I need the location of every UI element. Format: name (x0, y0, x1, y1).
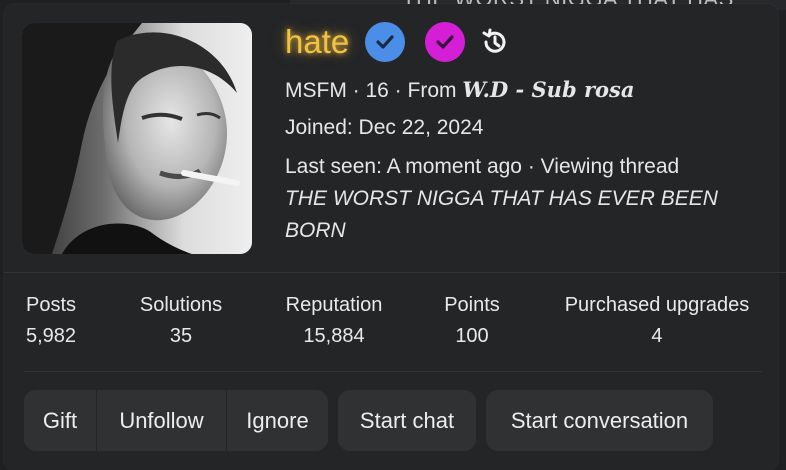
stat-solutions[interactable]: Solutions 35 (140, 294, 222, 348)
member-location: W.D - Sub rosa (462, 77, 635, 102)
stat-label: Reputation (285, 294, 383, 316)
stat-value: 100 (455, 325, 489, 347)
history-icon[interactable] (479, 26, 511, 58)
username-link[interactable]: hate (285, 23, 349, 61)
stat-label: Solutions (139, 294, 223, 316)
start-conversation-group: Start conversation (486, 390, 713, 451)
verified-check-icon (365, 22, 406, 62)
stat-label: Posts (25, 294, 77, 316)
stat-posts[interactable]: Posts 5,982 (26, 294, 76, 348)
ignore-button[interactable]: Ignore (226, 390, 328, 451)
stat-value: 15,884 (303, 325, 365, 347)
member-subtitle: MSFM · 16 · From W.D - Sub rosa (285, 77, 634, 103)
stat-value: 4 (651, 325, 663, 347)
divider (24, 371, 762, 372)
avatar-image (22, 23, 252, 254)
member-stats: Posts 5,982 Solutions 35 Reputation 15,8… (0, 294, 786, 354)
stat-purchased-upgrades[interactable]: Purchased upgrades 4 (565, 294, 750, 348)
start-chat-button[interactable]: Start chat (338, 390, 476, 451)
stat-label: Points (444, 294, 500, 316)
stat-value: 5,982 (25, 325, 77, 347)
avatar[interactable] (22, 23, 252, 254)
member-meta: MSFM · 16 · From (285, 79, 463, 102)
stat-points[interactable]: Points 100 (444, 294, 500, 348)
stat-label: Purchased upgrades (564, 294, 750, 316)
viewing-thread-title-cont[interactable]: BORN (285, 219, 346, 243)
divider (4, 272, 786, 273)
start-conversation-button[interactable]: Start conversation (486, 390, 713, 451)
unfollow-button[interactable]: Unfollow (96, 390, 226, 451)
gift-button[interactable]: Gift (24, 390, 96, 451)
last-seen: Last seen: A moment ago · Viewing thread (285, 155, 680, 178)
member-action-group: Gift Unfollow Ignore (24, 390, 328, 451)
premium-check-icon (425, 22, 466, 62)
member-name-row: hate (285, 20, 511, 64)
viewing-thread-title[interactable]: THE WORST NIGGA THAT HAS EVER BEEN (285, 187, 718, 211)
joined-date: Joined: Dec 22, 2024 (285, 116, 484, 139)
stat-reputation[interactable]: Reputation 15,884 (286, 294, 383, 348)
start-chat-group: Start chat (338, 390, 476, 451)
stat-value: 35 (169, 325, 193, 347)
